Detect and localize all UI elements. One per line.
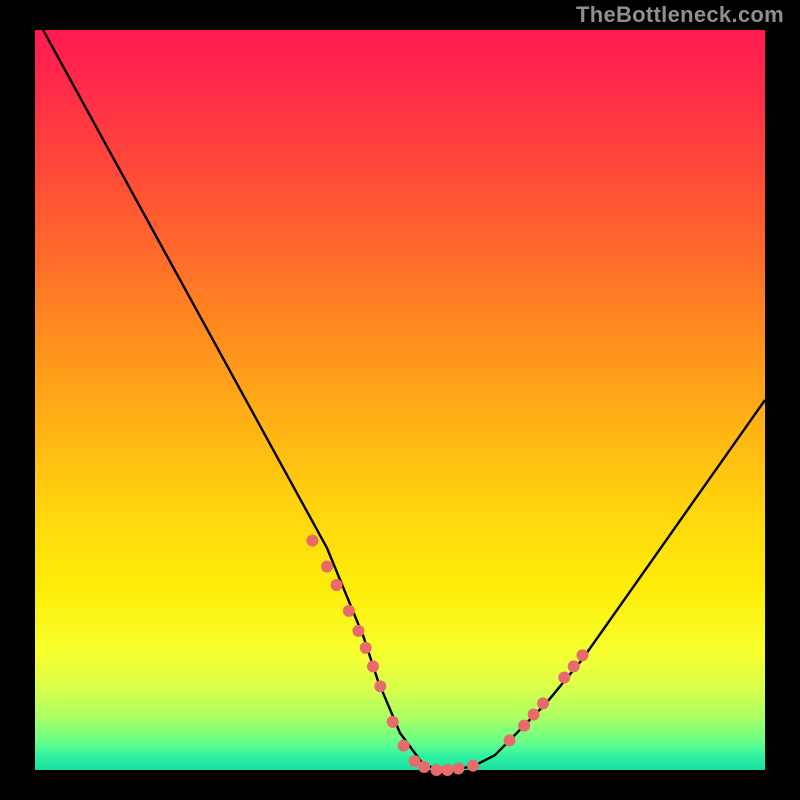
curve-marker bbox=[418, 761, 430, 773]
curve-marker bbox=[343, 605, 355, 617]
curve-marker bbox=[387, 716, 399, 728]
chart-stage: TheBottleneck.com bbox=[0, 0, 800, 800]
marker-group bbox=[306, 535, 588, 776]
curve-marker bbox=[528, 709, 540, 721]
curve-marker bbox=[431, 764, 443, 776]
curve-marker bbox=[367, 660, 379, 672]
curve-marker bbox=[467, 760, 479, 772]
curve-marker bbox=[558, 672, 570, 684]
curve-marker bbox=[321, 561, 333, 573]
curve-marker bbox=[537, 697, 549, 709]
curve-marker bbox=[352, 625, 364, 637]
curve-layer bbox=[0, 0, 800, 800]
curve-marker bbox=[441, 764, 453, 776]
curve-marker bbox=[504, 734, 516, 746]
curve-marker bbox=[398, 740, 410, 752]
curve-marker bbox=[577, 649, 589, 661]
curve-marker bbox=[568, 660, 580, 672]
curve-marker bbox=[331, 579, 343, 591]
curve-marker bbox=[518, 720, 530, 732]
curve-marker bbox=[452, 763, 464, 775]
curve-marker bbox=[374, 680, 386, 692]
curve-marker bbox=[360, 642, 372, 654]
curve-marker bbox=[306, 535, 318, 547]
watermark-text: TheBottleneck.com bbox=[576, 2, 784, 28]
bottleneck-curve bbox=[35, 15, 765, 770]
